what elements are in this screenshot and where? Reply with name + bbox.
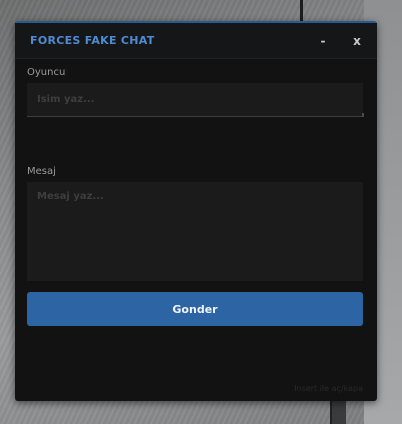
close-button[interactable]: x bbox=[347, 34, 367, 48]
fake-chat-window: FORCES FAKE CHAT - x Oyuncu Mesaj Gonder… bbox=[15, 21, 377, 401]
background-pole bbox=[300, 0, 303, 22]
resize-corner bbox=[362, 113, 364, 117]
toggle-hint: Insert ile aç/kapa bbox=[294, 384, 363, 393]
message-label: Mesaj bbox=[27, 166, 56, 177]
player-field bbox=[27, 83, 364, 117]
minimize-button[interactable]: - bbox=[313, 34, 333, 48]
player-label: Oyuncu bbox=[27, 67, 66, 78]
message-textarea[interactable] bbox=[27, 182, 363, 281]
player-name-input[interactable] bbox=[27, 83, 363, 116]
titlebar[interactable]: FORCES FAKE CHAT - x bbox=[15, 23, 377, 59]
send-button[interactable]: Gonder bbox=[27, 292, 363, 326]
message-field bbox=[27, 182, 363, 281]
window-title: FORCES FAKE CHAT bbox=[30, 34, 155, 47]
